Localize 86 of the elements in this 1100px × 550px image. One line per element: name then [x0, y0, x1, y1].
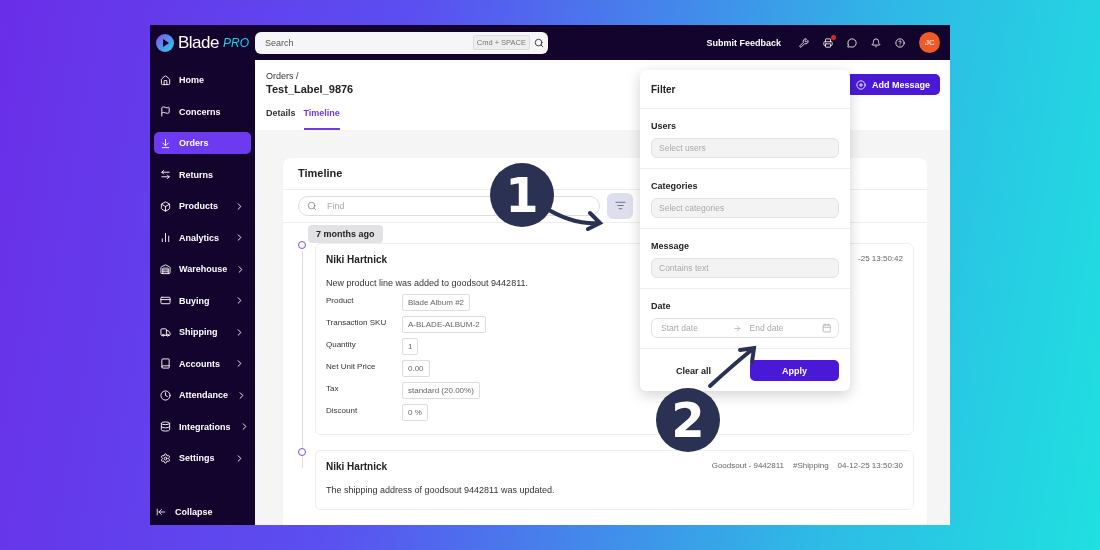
- date-range-field[interactable]: Start date End date: [651, 318, 839, 338]
- sidebar-item[interactable]: Integrations: [154, 415, 251, 438]
- filter-icon: [614, 200, 626, 212]
- sidebar-item[interactable]: Settings: [154, 447, 251, 469]
- calendar-icon: [821, 323, 831, 333]
- entry-meta: #Shipping: [793, 461, 829, 470]
- sidebar-item[interactable]: Accounts: [154, 352, 251, 375]
- tab[interactable]: Details: [266, 108, 296, 130]
- sidebar-item[interactable]: Returns: [154, 163, 251, 186]
- clear-all-button[interactable]: Clear all: [660, 361, 728, 380]
- truck-icon: [160, 326, 171, 338]
- search-icon: [307, 200, 317, 211]
- find-input[interactable]: Find: [325, 199, 446, 212]
- search-icon: [534, 37, 544, 48]
- field-label: Users: [651, 121, 678, 131]
- flag-icon: [160, 106, 171, 117]
- logo-icon: [156, 33, 174, 52]
- warehouse-icon: [160, 263, 171, 275]
- sidebar-item[interactable]: Home: [154, 69, 251, 91]
- sidebar-item[interactable]: Orders: [154, 132, 251, 154]
- field-label: Tax: [326, 383, 340, 393]
- select-field[interactable]: Select categories: [651, 198, 839, 218]
- timeline-dot: [298, 241, 306, 249]
- select-field[interactable]: Select users: [651, 138, 839, 158]
- sidebar-item[interactable]: Products: [154, 195, 251, 217]
- search-input[interactable]: Search: [263, 36, 469, 49]
- collapse-arrow-icon: [156, 507, 166, 517]
- entry-message: New product line was added to goodsout 9442811.: [326, 278, 529, 288]
- field-value: 1: [402, 338, 419, 355]
- chart-icon: [160, 232, 171, 243]
- field-label: Quantity: [326, 339, 357, 349]
- input-field[interactable]: Contains text: [651, 258, 839, 278]
- tray-download-icon: [160, 137, 171, 149]
- sidebar-item[interactable]: Analytics: [154, 226, 251, 249]
- printer-icon[interactable]: [823, 37, 833, 48]
- field-label: Discount: [326, 405, 359, 415]
- entry-meta: Goodsout - 9442811: [711, 461, 784, 470]
- chat-icon[interactable]: [847, 37, 857, 48]
- swap-arrows-icon: [160, 169, 171, 180]
- logo-text: Blade: [178, 32, 219, 53]
- field-label: Date: [651, 301, 672, 311]
- popover-title: Filter: [640, 70, 850, 109]
- field-label: Categories: [651, 181, 699, 191]
- field-label: Net Unit Price: [326, 361, 377, 371]
- feedback-link[interactable]: Submit Feedback: [706, 37, 781, 48]
- field-value: 0.00: [402, 360, 430, 377]
- page-title: Test_Label_9876: [266, 83, 354, 95]
- collapse-button[interactable]: Collapse: [154, 507, 251, 517]
- filter-button[interactable]: [607, 192, 633, 219]
- card-title: Timeline: [298, 167, 343, 180]
- author-name: Niki Hartnick: [326, 254, 389, 265]
- sidebar-item[interactable]: Attendance: [154, 384, 251, 406]
- end-date-input[interactable]: End date: [747, 322, 816, 334]
- database-icon: [160, 421, 171, 432]
- field-value: standard (20.00%): [402, 382, 480, 399]
- plus-circle-icon: [855, 79, 866, 90]
- sidebar-item[interactable]: Buying: [154, 289, 251, 312]
- date-group-label: 7 months ago: [308, 225, 383, 243]
- sidebar-item[interactable]: Warehouse: [154, 258, 251, 280]
- field-value: A-BLADE-ALBUM-2: [402, 316, 486, 333]
- logo-suffix: PRO: [223, 35, 249, 50]
- sidebar-item[interactable]: Concerns: [154, 100, 251, 123]
- card-icon: [160, 295, 171, 306]
- entry-meta: -25 13:50:42: [858, 254, 903, 263]
- help-icon[interactable]: [895, 37, 905, 48]
- settings-icon: [160, 452, 171, 464]
- field-label: Message: [651, 241, 691, 251]
- timeline-dot: [298, 448, 306, 456]
- entry-meta: 04-12-25 13:50:30: [837, 461, 903, 470]
- arrow-right-icon: [733, 323, 742, 333]
- tools-icon[interactable]: [799, 37, 809, 48]
- book-icon: [160, 358, 171, 369]
- bell-icon[interactable]: [871, 37, 881, 48]
- field-label: Product: [326, 295, 355, 305]
- house-icon: [160, 74, 171, 86]
- cube-icon: [160, 200, 171, 212]
- field-value: Blade Album #2: [402, 294, 471, 311]
- field-value: 0 %: [402, 404, 428, 421]
- sidebar-item[interactable]: Shipping: [154, 321, 251, 343]
- clock-icon: [160, 389, 171, 401]
- apply-button[interactable]: Apply: [750, 360, 839, 381]
- field-label: Transaction SKU: [326, 317, 388, 327]
- entry-message: The shipping address of goodsout 9442811 was updated.: [326, 485, 556, 495]
- breadcrumb-link[interactable]: Orders /: [266, 71, 299, 81]
- author-name: Niki Hartnick: [326, 461, 389, 472]
- start-date-input[interactable]: Start date: [659, 322, 727, 334]
